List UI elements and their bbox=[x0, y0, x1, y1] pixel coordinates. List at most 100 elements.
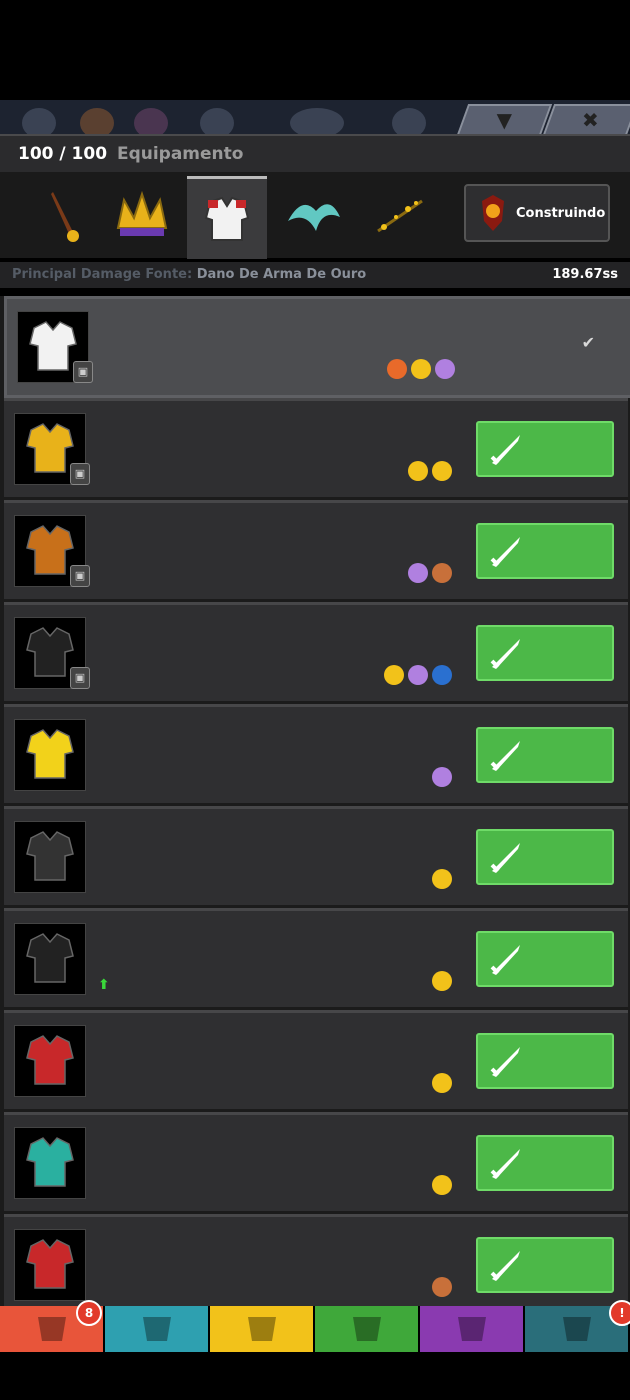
armor-thumbnail bbox=[14, 1127, 86, 1199]
armor-icon bbox=[26, 831, 74, 881]
equipment-row[interactable] bbox=[4, 1112, 628, 1211]
damage-source-bar: Principal Damage Fonte: Dano De Arma De … bbox=[0, 262, 630, 288]
lock-icon: ▣ bbox=[73, 361, 93, 383]
equipment-row[interactable]: ▣ bbox=[4, 602, 628, 701]
shirt-icon bbox=[247, 1317, 276, 1341]
sword-icon bbox=[51, 192, 79, 242]
bonus-icons bbox=[432, 869, 452, 889]
damage-time: 189.67ss bbox=[552, 267, 618, 282]
collapse-button[interactable]: ▼ bbox=[455, 104, 553, 138]
equip-button[interactable] bbox=[476, 1135, 614, 1191]
equipment-row[interactable]: ▣ bbox=[4, 398, 628, 497]
upgrade-arrow-icon: ⬆ bbox=[98, 977, 110, 993]
armor-thumbnail bbox=[14, 1229, 86, 1301]
equipment-row[interactable] bbox=[4, 1214, 628, 1306]
armor-thumbnail bbox=[14, 719, 86, 791]
sword-icon bbox=[490, 537, 520, 567]
bonus-icons bbox=[387, 359, 455, 379]
armor-thumbnail bbox=[14, 923, 86, 995]
bonus-icons bbox=[432, 1175, 452, 1195]
equipment-row[interactable] bbox=[4, 806, 628, 905]
map-icon bbox=[562, 1317, 591, 1341]
equip-button[interactable] bbox=[476, 1033, 614, 1089]
equip-button[interactable] bbox=[476, 523, 614, 579]
coin-icon bbox=[432, 869, 452, 889]
tab-helmet[interactable] bbox=[102, 176, 182, 256]
armor-icon bbox=[204, 196, 250, 241]
sword-icon bbox=[490, 1047, 520, 1077]
equip-button[interactable] bbox=[476, 829, 614, 885]
nav-tab-hero[interactable] bbox=[105, 1306, 208, 1352]
bonus-icons bbox=[432, 971, 452, 991]
sword-icon bbox=[490, 1149, 520, 1179]
armor-icon bbox=[26, 1239, 74, 1289]
sword-icon bbox=[490, 639, 520, 669]
nav-tab-pet[interactable] bbox=[315, 1306, 418, 1352]
coin-icon bbox=[411, 359, 431, 379]
build-button[interactable]: Construindo bbox=[464, 184, 610, 242]
equipment-row[interactable]: ▣ ✔ bbox=[4, 296, 630, 398]
equipment-list[interactable]: ▣ ✔ ▣ ▣ ▣ ⬆ bbox=[0, 296, 630, 1306]
nav-tab-guild[interactable] bbox=[420, 1306, 523, 1352]
bonus-icons bbox=[408, 461, 452, 481]
close-icon: ✖ bbox=[581, 108, 599, 132]
pet-icon bbox=[432, 1277, 452, 1297]
coin-icon bbox=[432, 1073, 452, 1093]
bonus-icons bbox=[432, 767, 452, 787]
coin-icon bbox=[432, 461, 452, 481]
chevron-down-icon: ▼ bbox=[496, 108, 513, 132]
notification-badge: 8 bbox=[76, 1300, 102, 1326]
sword-icon bbox=[490, 843, 520, 873]
equipped-tag: ✔ bbox=[582, 333, 601, 352]
tab-slash[interactable] bbox=[360, 176, 440, 256]
fist-icon bbox=[408, 461, 428, 481]
lock-icon: ▣ bbox=[70, 667, 90, 689]
count-value: 100 / 100 bbox=[18, 144, 108, 164]
mask-icon bbox=[482, 195, 504, 231]
armor-thumbnail bbox=[14, 821, 86, 893]
equip-button[interactable] bbox=[476, 727, 614, 783]
equip-button[interactable] bbox=[476, 931, 614, 987]
damage-source: Principal Damage Fonte: Dano De Arma De … bbox=[12, 267, 366, 282]
nav-tab-map[interactable]: ! bbox=[525, 1300, 630, 1352]
pet-icon bbox=[352, 1317, 381, 1341]
fist-icon bbox=[432, 1175, 452, 1195]
tab-weapon[interactable] bbox=[24, 176, 104, 256]
tab-armor[interactable] bbox=[187, 176, 267, 259]
tab-aura[interactable] bbox=[274, 176, 354, 256]
item-bonus: ⬆ bbox=[98, 977, 110, 993]
equipment-row[interactable]: ▣ bbox=[4, 500, 628, 599]
bonus-icons bbox=[432, 1277, 452, 1297]
sword-icon bbox=[490, 435, 520, 465]
equipment-header: 100 / 100 Equipamento bbox=[0, 134, 630, 174]
crown-icon bbox=[116, 190, 168, 236]
coin-purple-icon bbox=[408, 665, 428, 685]
equipment-row[interactable]: ⬆ bbox=[4, 908, 628, 1007]
hero-icon bbox=[142, 1317, 171, 1341]
coin-purple-icon bbox=[408, 563, 428, 583]
gem-icon bbox=[432, 665, 452, 685]
equipment-row[interactable] bbox=[4, 704, 628, 803]
armor-thumbnail bbox=[14, 1025, 86, 1097]
bottom-nav: 8! bbox=[0, 1300, 630, 1352]
close-button[interactable]: ✖ bbox=[541, 104, 630, 138]
sword-icon bbox=[490, 1251, 520, 1281]
nav-tab-shirt[interactable] bbox=[210, 1306, 313, 1352]
sword-icon bbox=[37, 1317, 66, 1341]
count-label: Equipamento bbox=[116, 144, 244, 164]
nav-tab-sword[interactable]: 8 bbox=[0, 1300, 103, 1352]
notification-badge: ! bbox=[609, 1300, 630, 1326]
equipment-row[interactable] bbox=[4, 1010, 628, 1109]
bonus-icons bbox=[408, 563, 452, 583]
equip-button[interactable] bbox=[476, 421, 614, 477]
armor-icon bbox=[26, 933, 74, 983]
equip-button[interactable] bbox=[476, 1237, 614, 1293]
check-icon: ✔ bbox=[581, 333, 595, 352]
coin-purple-icon bbox=[432, 767, 452, 787]
bonus-icons bbox=[432, 1073, 452, 1093]
aura-icon bbox=[288, 204, 340, 231]
sword-icon bbox=[490, 741, 520, 771]
equip-button[interactable] bbox=[476, 625, 614, 681]
sword-icon bbox=[490, 945, 520, 975]
armor-icon bbox=[26, 1035, 74, 1085]
